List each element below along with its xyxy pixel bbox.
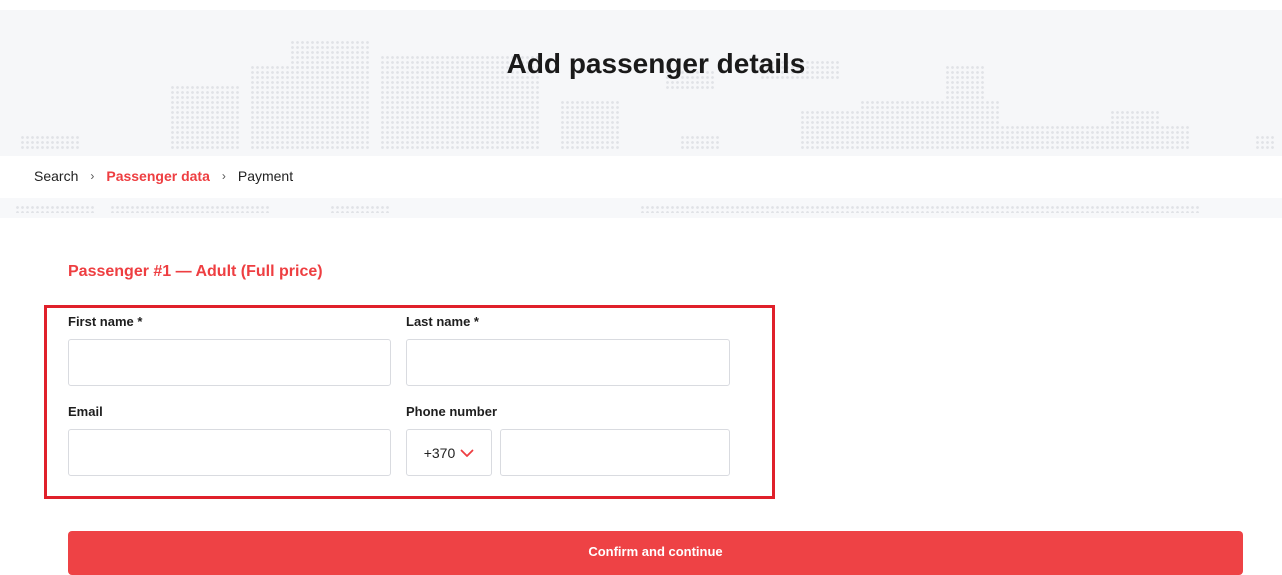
page-title: Add passenger details [506, 48, 806, 79]
world-map-pattern [1110, 110, 1160, 130]
country-code-select[interactable]: +370 [406, 429, 492, 476]
last-name-label: Last name * [406, 314, 479, 329]
chevron-right-icon: › [90, 169, 95, 183]
breadcrumb-item-passenger-data: Passenger data [106, 168, 210, 184]
world-map-pattern [20, 135, 80, 150]
world-map-pattern [1000, 125, 1190, 150]
world-map-pattern [680, 135, 720, 150]
phone-label: Phone number [406, 404, 498, 419]
breadcrumb-item-payment: Payment [237, 168, 294, 184]
email-input[interactable] [68, 429, 391, 476]
first-name-label: First name * [68, 314, 143, 329]
chevron-down-icon [460, 449, 474, 457]
world-map-pattern [860, 100, 1000, 150]
country-code-value: +370 [423, 444, 456, 461]
first-name-input[interactable] [68, 339, 391, 386]
world-map-pattern [560, 100, 620, 150]
world-map-pattern [1255, 135, 1275, 150]
world-map-pattern [170, 85, 240, 150]
hero-banner: Add passenger details [0, 10, 1282, 156]
chevron-right-icon: › [221, 169, 226, 183]
breadcrumb-item-search[interactable]: Search [34, 168, 78, 184]
world-map-pattern [15, 205, 95, 213]
world-map-pattern [330, 205, 390, 213]
world-map-pattern [110, 205, 270, 213]
breadcrumb: Search › Passenger data › Payment [34, 168, 293, 184]
world-map-pattern [640, 205, 1200, 213]
map-pattern-strip [0, 198, 1282, 218]
email-label: Email [68, 404, 103, 419]
phone-number-input[interactable] [500, 429, 730, 476]
world-map-pattern [800, 110, 860, 150]
last-name-input[interactable] [406, 339, 730, 386]
confirm-and-continue-button[interactable]: Confirm and continue [68, 531, 1243, 575]
passenger-heading: Passenger #1 — Adult (Full price) [68, 263, 323, 280]
